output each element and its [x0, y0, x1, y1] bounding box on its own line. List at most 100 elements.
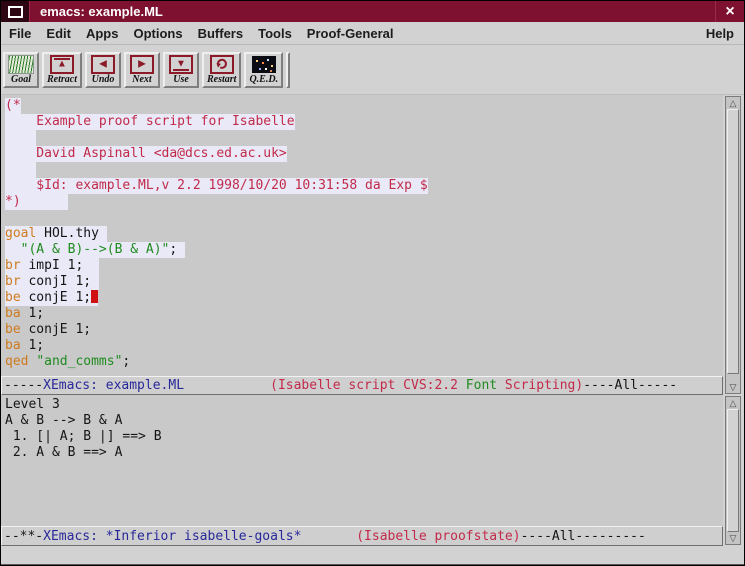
script-line — [5, 130, 723, 146]
text-segment: conjE 1; — [21, 322, 91, 337]
undo-icon: ◀ — [91, 55, 115, 74]
toolbar-button-undo[interactable]: ◀Undo — [85, 52, 121, 88]
text-segment: br — [5, 258, 21, 273]
text-segment: "and_comms" — [36, 354, 122, 369]
script-line: $Id: example.ML,v 2.2 1998/10/20 10:31:5… — [5, 178, 723, 194]
modeline-script[interactable]: -----XEmacs: example.ML (Isabelle script… — [1, 376, 723, 395]
goals-scrollbar-trough[interactable]: △ ▽ — [725, 396, 741, 545]
minibuffer[interactable] — [1, 546, 744, 564]
menubar: File Edit Apps Options Buffers Tools Proof-Gen… — [1, 22, 744, 45]
toolbar-button-use[interactable]: ▼Use — [163, 52, 199, 88]
close-button[interactable]: × — [715, 1, 744, 22]
xemacs-window: emacs: example.ML × File Edit Apps Options B… — [0, 0, 745, 566]
triangle-down: ▼ — [176, 60, 186, 70]
locked-region-line: "(A & B)-->(B & A)"; — [5, 242, 185, 258]
toolbar-button-next[interactable]: ▶Next — [124, 52, 160, 88]
text-segment: *) — [5, 194, 68, 209]
script-line: Example proof script for Isabelle — [5, 114, 723, 130]
text-segment: ba — [5, 338, 21, 353]
locked-region-line: (* — [5, 98, 21, 114]
menu-item-buffers[interactable]: Buffers — [198, 26, 244, 41]
text-segment: goal — [5, 226, 36, 241]
text-cursor — [91, 290, 98, 303]
toolbar-button-label: Restart — [207, 74, 236, 85]
menu-item-help[interactable]: Help — [706, 26, 734, 41]
text-segment: be — [5, 322, 21, 337]
text-segment: conjI 1; — [21, 274, 99, 289]
locked-region-line: Example proof script for Isabelle — [5, 114, 295, 130]
text-segment: XEmacs: example.ML — [43, 378, 184, 393]
goals-line: 1. [| A; B |] ==> B — [5, 429, 723, 445]
text-segment: conjE 1; — [21, 290, 91, 305]
retract-icon: ▲ — [50, 55, 74, 74]
locked-region-line: $Id: example.ML,v 2.2 1998/10/20 10:31:5… — [5, 178, 428, 194]
scroll-up-icon[interactable]: △ — [726, 397, 740, 409]
toolbar-button-goal[interactable]: Goal — [3, 52, 39, 88]
window-menu-button[interactable] — [1, 1, 30, 22]
line-wrap: be conjE 1; — [5, 322, 91, 338]
script-line — [5, 162, 723, 178]
triangle-left: ◀ — [99, 60, 107, 70]
script-line: ba 1; — [5, 306, 723, 322]
script-line — [5, 210, 723, 226]
script-line: br conjI 1; — [5, 274, 723, 290]
menu-item-edit[interactable]: Edit — [46, 26, 71, 41]
text-segment: ----- — [4, 378, 43, 393]
menu-item-tools[interactable]: Tools — [258, 26, 292, 41]
script-line: be conjE 1; — [5, 290, 723, 306]
text-segment: ; — [122, 354, 130, 369]
toolbar: Goal▲Retract◀Undo▶Next▼UseRestartQ.E.D. — [1, 45, 744, 95]
locked-region-line — [5, 130, 36, 146]
scroll-up-icon[interactable]: △ — [726, 97, 740, 109]
qed-image-icon — [252, 56, 276, 73]
goals-scrollbar-thumb[interactable] — [727, 409, 739, 532]
toolbar-button-qed[interactable]: Q.E.D. — [244, 52, 283, 88]
goals-buffer[interactable]: Level 3A & B --> B & A 1. [| A; B |] ==>… — [1, 395, 723, 526]
text-segment: ----All----- — [583, 378, 677, 393]
scroll-down-icon[interactable]: ▽ — [726, 532, 740, 544]
text-segment: ----All--------- — [521, 529, 646, 544]
script-scrollbar-thumb[interactable] — [727, 109, 739, 374]
text-segment: impI 1; — [21, 258, 99, 273]
menu-item-options[interactable]: Options — [133, 26, 182, 41]
toolbar-icon-slot — [252, 56, 276, 74]
toolbar-button-label: Next — [132, 74, 151, 85]
editor-grid: (* Example proof script for Isabelle Dav… — [1, 95, 744, 564]
window-menu-icon — [8, 6, 23, 18]
text-segment: --**- — [4, 529, 43, 544]
locked-region-line: *) — [5, 194, 68, 210]
menu-item-apps[interactable]: Apps — [86, 26, 119, 41]
scroll-down-icon[interactable]: ▽ — [726, 381, 740, 393]
locked-region-line — [5, 162, 36, 178]
toolbar-icon-slot — [210, 55, 234, 74]
menu-item-proof-general[interactable]: Proof-General — [307, 26, 394, 41]
text-segment: 1; — [21, 306, 44, 321]
text-segment — [301, 529, 356, 544]
text-segment: Font — [466, 378, 497, 393]
goals-scrollbar[interactable]: △ ▽ — [723, 395, 744, 546]
script-line: *) — [5, 194, 723, 210]
script-buffer[interactable]: (* Example proof script for Isabelle Dav… — [1, 95, 723, 376]
modeline-goals[interactable]: --**-XEmacs: *Inferior isabelle-goals* (… — [1, 526, 723, 546]
toolbar-button-retract[interactable]: ▲Retract — [42, 52, 82, 88]
script-scrollbar[interactable]: △ ▽ — [723, 95, 744, 395]
goals-line: Level 3 — [5, 397, 723, 413]
window-title: emacs: example.ML — [30, 1, 715, 22]
text-segment — [5, 242, 21, 257]
text-segment: ba — [5, 306, 21, 321]
goal-image-icon — [8, 55, 34, 74]
toolbar-button-restart[interactable]: Restart — [202, 52, 241, 88]
script-line: be conjE 1; — [5, 322, 723, 338]
toolbar-button-label: Goal — [11, 74, 31, 85]
text-segment: Example proof script for Isabelle — [5, 114, 295, 129]
toolbar-icon-slot: ▶ — [130, 55, 154, 74]
toolbar-icon-slot: ▼ — [169, 55, 193, 74]
menu-item-file[interactable]: File — [9, 26, 31, 41]
text-segment: "(A & B)-->(B & A)" — [21, 242, 170, 257]
text-segment: XEmacs: *Inferior isabelle-goals* — [43, 529, 301, 544]
line-wrap: ba 1; — [5, 306, 44, 322]
titlebar[interactable]: emacs: example.ML × — [1, 1, 744, 22]
text-segment: (* — [5, 98, 21, 113]
line-wrap: ba 1; — [5, 338, 44, 354]
script-scrollbar-trough[interactable]: △ ▽ — [725, 96, 741, 394]
